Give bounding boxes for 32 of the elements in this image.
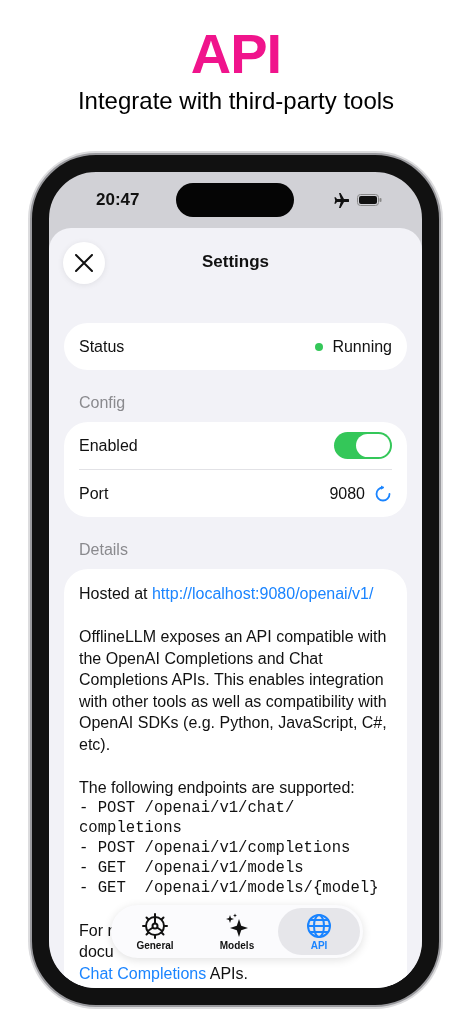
footer-fragment: docu <box>79 943 114 960</box>
port-value: 9080 <box>329 484 365 503</box>
refresh-icon[interactable] <box>374 484 392 503</box>
close-button[interactable] <box>63 242 105 284</box>
airplane-icon <box>332 192 349 208</box>
globe-icon <box>306 912 332 939</box>
promo-subtitle: Integrate with third-party tools <box>77 86 395 116</box>
link[interactable]: Chat Completions <box>79 964 207 982</box>
row-label: Enabled <box>79 436 138 455</box>
tab[interactable]: API <box>278 908 360 955</box>
sheet-title: Settings <box>201 251 270 272</box>
endpoints-intro: The following endpoints are supported: <box>79 777 356 798</box>
close-icon <box>75 254 93 272</box>
toggle-switch[interactable] <box>334 432 392 459</box>
row-label: Status <box>79 337 125 356</box>
endpoint-line: - GET /openai/v1/models/{model} <box>79 878 380 898</box>
tab[interactable]: Models <box>196 908 278 955</box>
section-header: Details <box>79 541 129 559</box>
url-link[interactable]: http://localhost:9080/openai/v1/ <box>151 585 374 602</box>
section-header: Config <box>79 394 127 412</box>
promo-title: API <box>190 22 282 86</box>
endpoint-line: - GET /openai/v1/models <box>79 858 305 878</box>
status-time: 20:47 <box>96 190 140 210</box>
gear-icon <box>142 912 168 939</box>
tab[interactable]: General <box>114 908 196 955</box>
battery-icon <box>357 194 382 206</box>
description-text: OfflineLLM exposes an API compatible with the OpenAI Completions and Chat Completions APIs. This enables integration with other tools as well as compatibility with OpenAI SDKs (e.g. Python, JavaScript, C#, etc). <box>79 627 388 755</box>
hosted-text: Hosted at http://localhost:9080/openai/v1/ <box>79 584 375 604</box>
row-label: Port <box>79 484 109 503</box>
endpoint-line: - POST /openai/v1/completions <box>79 838 352 858</box>
footer-text: Chat Completions APIs. <box>79 963 249 984</box>
status-value: Running <box>332 337 392 356</box>
